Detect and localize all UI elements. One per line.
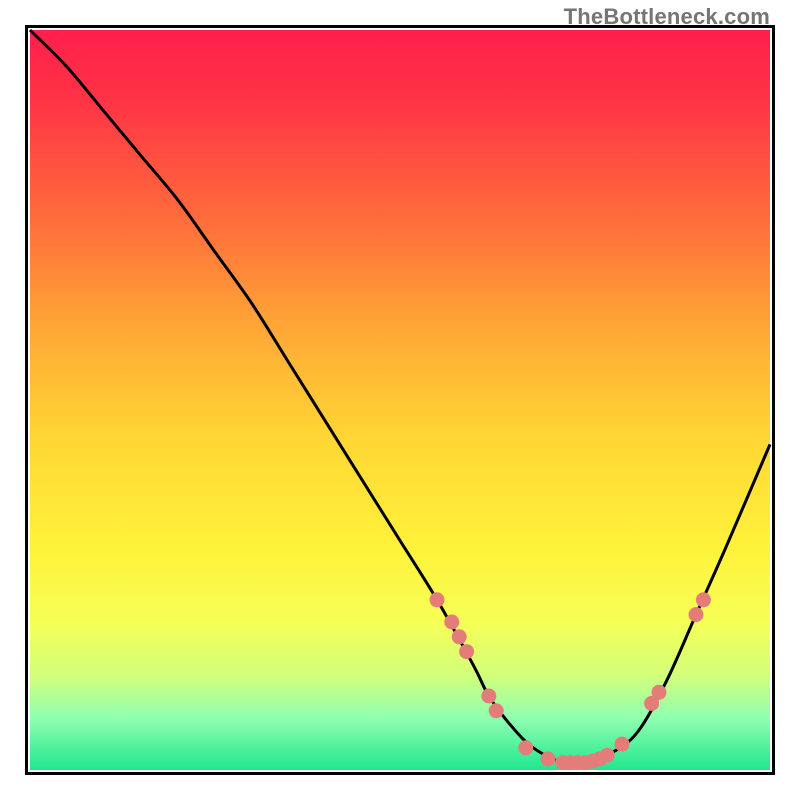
curve-marker: [652, 685, 667, 700]
curve-marker: [696, 592, 711, 607]
curve-marker: [459, 644, 474, 659]
curve-marker: [689, 607, 704, 622]
curve-marker: [518, 740, 533, 755]
curve-marker: [444, 615, 459, 630]
chart-svg: [25, 25, 775, 775]
chart-frame: [25, 25, 775, 775]
curve-marker: [541, 751, 556, 766]
curve-marker: [452, 629, 467, 644]
curve-marker: [615, 737, 630, 752]
plot-background: [30, 30, 770, 770]
curve-marker: [600, 748, 615, 763]
curve-marker: [489, 703, 504, 718]
curve-marker: [430, 592, 445, 607]
curve-marker: [481, 689, 496, 704]
